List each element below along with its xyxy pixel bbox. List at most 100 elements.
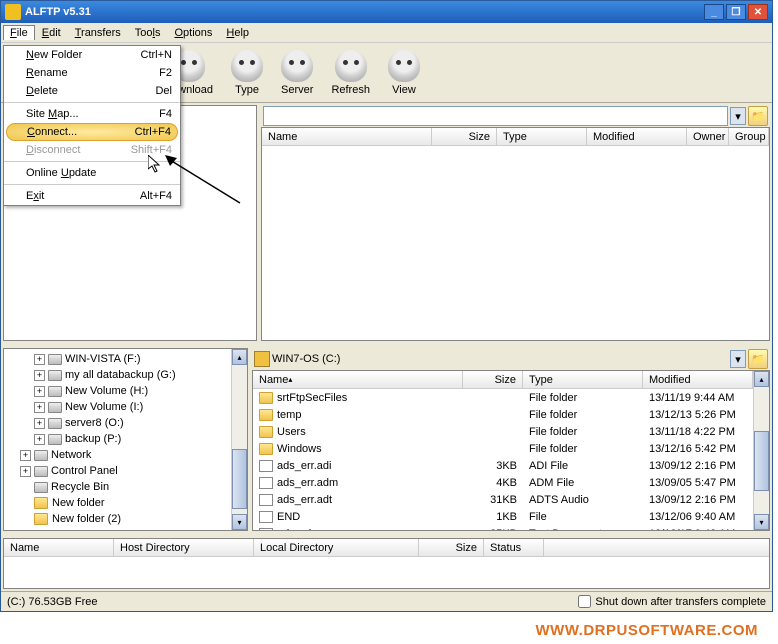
drv-icon — [48, 434, 62, 445]
toolbar-server[interactable]: Server — [281, 50, 313, 96]
tree-expander[interactable]: + — [34, 354, 45, 365]
shutdown-checkbox[interactable]: Shut down after transfers complete — [578, 595, 766, 608]
menu-item-connect[interactable]: Connect...Ctrl+F4 — [6, 123, 178, 141]
toolbar-icon — [281, 50, 313, 82]
status-free-space: (C:) 76.53GB Free — [7, 596, 578, 608]
scroll-up-button[interactable]: ▴ — [754, 371, 769, 387]
tree-item[interactable]: +Network — [6, 447, 229, 463]
shutdown-check-input[interactable] — [578, 595, 591, 608]
column-group[interactable]: Group — [729, 128, 769, 145]
column-localdirectory[interactable]: Local Directory — [254, 539, 419, 556]
scroll-down-button[interactable]: ▾ — [754, 514, 769, 530]
list-item[interactable]: UsersFile folder13/11/18 4:22 PM — [253, 423, 753, 440]
column-size[interactable]: Size — [419, 539, 484, 556]
tree-item[interactable]: +WIN-VISTA (F:) — [6, 351, 229, 367]
menu-item-delete[interactable]: DeleteDel — [4, 82, 180, 100]
tree-item[interactable]: New folder — [6, 495, 229, 511]
title-bar[interactable]: ALFTP v5.31 _ ❐ ✕ — [1, 1, 772, 23]
local-scrollbar[interactable]: ▴ ▾ — [753, 371, 769, 530]
toolbar-view[interactable]: View — [388, 50, 420, 96]
column-type[interactable]: Type — [523, 371, 643, 388]
list-item[interactable]: ads_err.adm4KBADM File13/09/05 5:47 PM — [253, 474, 753, 491]
tree-expander[interactable]: + — [20, 466, 31, 477]
menu-transfers[interactable]: Transfers — [68, 25, 128, 41]
net-icon — [34, 450, 48, 461]
local-file-list[interactable]: Name ▴SizeTypeModified srtFtpSecFilesFil… — [252, 370, 770, 531]
column-size[interactable]: Size — [432, 128, 497, 145]
tree-item[interactable]: +Control Panel — [6, 463, 229, 479]
list-item[interactable]: ads_err.adt31KBADTS Audio13/09/12 2:16 P… — [253, 491, 753, 508]
column-name[interactable]: Name — [4, 539, 114, 556]
tree-expander[interactable]: + — [34, 434, 45, 445]
tree-item[interactable]: New folder (2) — [6, 511, 229, 527]
annotation-arrow — [165, 155, 245, 205]
drv-icon — [48, 418, 62, 429]
local-path-dropdown[interactable]: ▾ — [730, 350, 746, 368]
column-hostdirectory[interactable]: Host Directory — [114, 539, 254, 556]
list-item[interactable]: ads_err.adi3KBADI File13/09/12 2:16 PM — [253, 457, 753, 474]
menu-item-sitemap[interactable]: Site Map...F4 — [4, 102, 180, 123]
column-name[interactable]: Name ▴ — [253, 371, 463, 388]
drive-icon — [254, 351, 270, 367]
folder-icon — [259, 409, 273, 421]
tree-expander[interactable]: + — [34, 402, 45, 413]
menu-edit[interactable]: Edit — [35, 25, 68, 41]
bin-icon — [34, 482, 48, 493]
folder-icon — [259, 426, 273, 438]
menu-file[interactable]: File New FolderCtrl+NRenameF2DeleteDelSi… — [3, 25, 35, 40]
local-address-bar: WIN7-OS (C:) ▾ 📁 — [252, 348, 770, 370]
fld-icon — [34, 513, 48, 525]
list-item[interactable]: END1KBFile13/12/06 9:40 AM — [253, 508, 753, 525]
column-status[interactable]: Status — [484, 539, 544, 556]
remote-up-button[interactable]: 📁 — [748, 106, 768, 126]
column-size[interactable]: Size — [463, 371, 523, 388]
tree-expander[interactable]: + — [34, 418, 45, 429]
column-modified[interactable]: Modified — [643, 371, 753, 388]
column-modified[interactable]: Modified — [587, 128, 687, 145]
tree-expander[interactable]: + — [20, 450, 31, 461]
local-tree-pane[interactable]: +WIN-VISTA (F:)+my all databackup (G:)+N… — [3, 348, 248, 531]
close-button[interactable]: ✕ — [748, 4, 768, 20]
scroll-thumb[interactable] — [754, 431, 769, 491]
scroll-down-button[interactable]: ▾ — [232, 514, 247, 530]
column-name[interactable]: Name — [262, 128, 432, 145]
menu-options[interactable]: Options — [167, 25, 219, 41]
list-item[interactable]: tempFile folder13/12/13 5:26 PM — [253, 406, 753, 423]
list-item[interactable]: WindowsFile folder13/12/16 5:42 PM — [253, 440, 753, 457]
scroll-thumb[interactable] — [232, 449, 247, 509]
tree-item[interactable]: +New Volume (H:) — [6, 383, 229, 399]
file-icon — [259, 477, 273, 489]
tree-expander[interactable]: + — [34, 370, 45, 381]
scroll-up-button[interactable]: ▴ — [232, 349, 247, 365]
toolbar-refresh[interactable]: Refresh — [331, 50, 370, 96]
tree-item[interactable]: +server8 (O:) — [6, 415, 229, 431]
minimize-button[interactable]: _ — [704, 4, 724, 20]
list-item[interactable]: ndsvc.log25KBText Document13/12/17 9:43 … — [253, 525, 753, 530]
column-type[interactable]: Type — [497, 128, 587, 145]
file-icon — [259, 460, 273, 472]
list-item[interactable]: srtFtpSecFilesFile folder13/11/19 9:44 A… — [253, 389, 753, 406]
restore-button[interactable]: ❐ — [726, 4, 746, 20]
remote-file-list[interactable]: NameSizeTypeModifiedOwnerGroup — [261, 127, 770, 341]
transfer-queue[interactable]: NameHost DirectoryLocal DirectorySizeSta… — [3, 538, 770, 589]
toolbar-type[interactable]: Type — [231, 50, 263, 96]
remote-address-bar: ▾ 📁 — [261, 105, 770, 127]
local-up-button[interactable]: 📁 — [748, 349, 768, 369]
tree-item[interactable]: +my all databackup (G:) — [6, 367, 229, 383]
menu-item-rename[interactable]: RenameF2 — [4, 64, 180, 82]
tree-item[interactable]: +backup (P:) — [6, 431, 229, 447]
remote-path-dropdown[interactable]: ▾ — [730, 107, 746, 125]
tree-item[interactable]: +New Volume (I:) — [6, 399, 229, 415]
status-bar: (C:) 76.53GB Free Shut down after transf… — [1, 591, 772, 611]
menu-help[interactable]: Help — [219, 25, 256, 41]
menu-item-exit[interactable]: ExitAlt+F4 — [4, 184, 180, 205]
tree-scrollbar[interactable]: ▴ ▾ — [231, 349, 247, 530]
menu-tools[interactable]: Tools — [128, 25, 168, 41]
tree-expander[interactable]: + — [34, 386, 45, 397]
menu-item-newfolder[interactable]: New FolderCtrl+N — [4, 46, 180, 64]
column-owner[interactable]: Owner — [687, 128, 729, 145]
tree-item[interactable]: Recycle Bin — [6, 479, 229, 495]
tree-item[interactable]: ftpserver3demo.zip — [6, 527, 229, 530]
file-icon — [259, 494, 273, 506]
remote-path-combo[interactable] — [263, 106, 728, 126]
